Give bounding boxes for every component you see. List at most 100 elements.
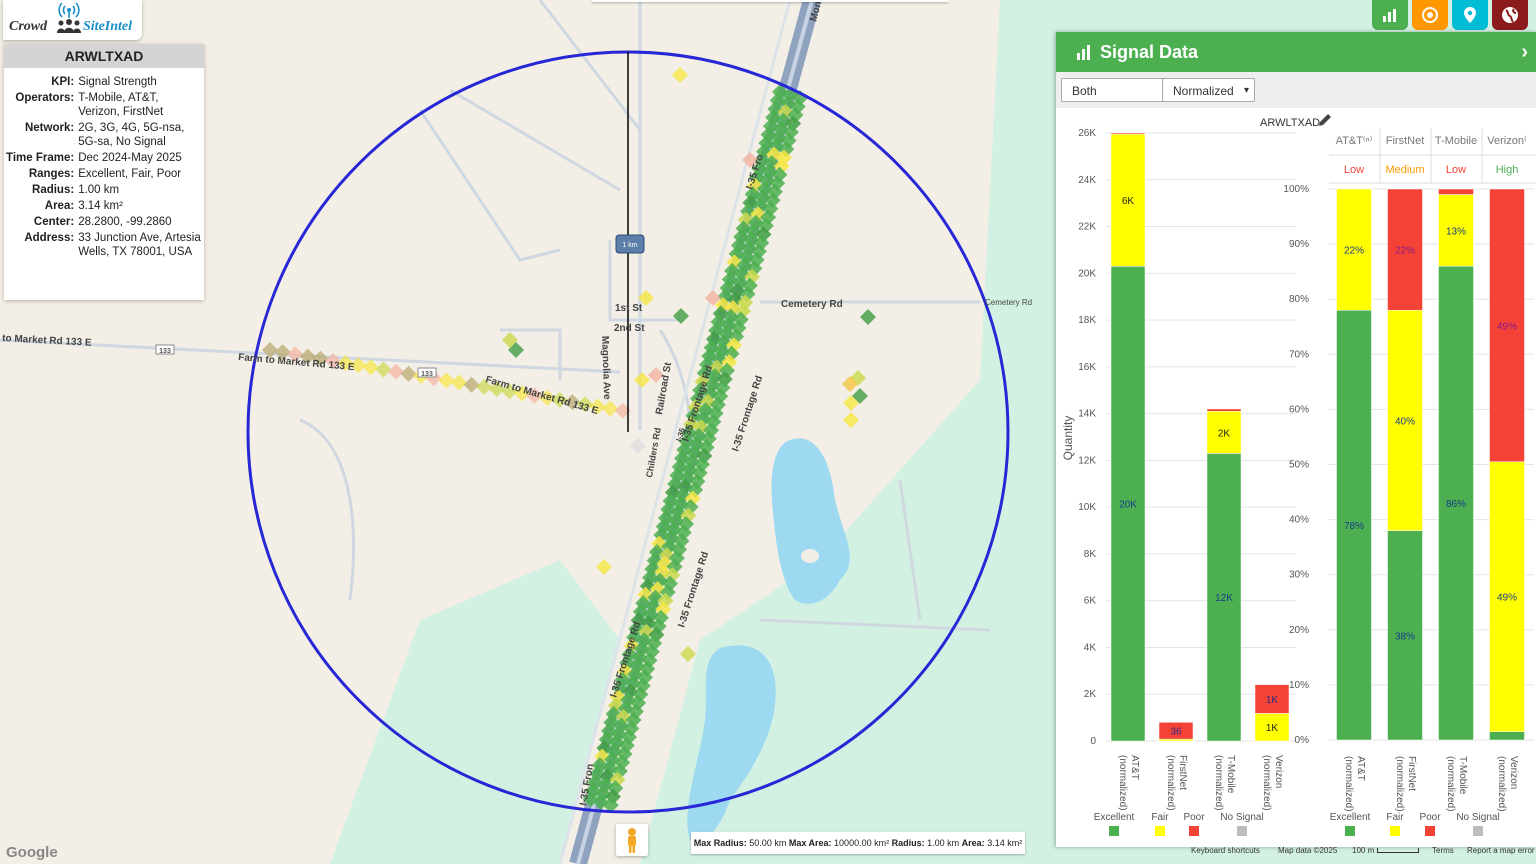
y-tick-label: 100%: [1283, 184, 1309, 195]
signal-data-panel: Signal Data › Both ▾ Normalized ▾ ARWLTXAD…: [1056, 32, 1536, 847]
route-shield-label: 133: [159, 348, 171, 355]
info-value: 33 Junction Ave, Artesia Wells, TX 78001…: [78, 232, 201, 258]
y-tick-label: 18K: [1078, 315, 1096, 326]
map-data-attribution: Map data ©2025: [1278, 846, 1338, 855]
signal-tower-icon: [58, 2, 80, 18]
terms-link[interactable]: Terms: [1432, 846, 1454, 855]
app-logo[interactable]: Crowd SiteIntel: [3, 0, 142, 40]
legend-swatch: [1155, 826, 1165, 836]
y-tick-label: 8K: [1084, 549, 1097, 560]
x-tick-label: AT&T: [1129, 755, 1140, 780]
x-tick-label: Verizon: [1508, 756, 1519, 789]
keyboard-shortcuts-link[interactable]: Keyboard shortcuts: [1191, 846, 1260, 855]
y-tick-label: 50%: [1289, 460, 1309, 471]
max-area-label: Max Area:: [788, 838, 832, 848]
x-tick-sublabel: (normalized): [1394, 756, 1405, 812]
info-title: ARWLTXAD: [4, 44, 204, 68]
info-row: Area: 3.14 km²: [4, 198, 204, 214]
y-tick-label: 24K: [1078, 175, 1096, 186]
y-tick-label: 14K: [1078, 409, 1096, 420]
legend-label: Poor: [1183, 812, 1205, 823]
pct-bar-data-label: 40%: [1395, 416, 1415, 427]
road-label-cemetery-east: Cemetery Rd: [985, 298, 1032, 307]
pct-bar-data-label: 38%: [1395, 631, 1415, 642]
bar-segment-poor[interactable]: [1206, 408, 1242, 412]
search-bar-edge[interactable]: [592, 0, 948, 2]
y-tick-label: 30%: [1289, 570, 1309, 581]
map-toolbar: [1372, 0, 1528, 30]
x-tick-label: Verizon: [1273, 755, 1284, 788]
rating-label: Low: [1344, 164, 1364, 176]
y-tick-label: 10%: [1289, 680, 1309, 691]
radius-label: Radius:: [891, 838, 925, 848]
pegman-icon: [628, 828, 636, 853]
y-tick-label: 16K: [1078, 362, 1096, 373]
pct-bar-data-label: 13%: [1446, 226, 1466, 237]
road-label-2nd: 2nd St: [614, 323, 645, 334]
pct-bar-data-label: 22%: [1395, 246, 1415, 257]
y-tick-label: 12K: [1078, 455, 1096, 466]
rating-label: High: [1496, 164, 1519, 176]
rating-label: Medium: [1385, 164, 1424, 176]
y-axis-label: Quantity: [1061, 416, 1075, 461]
signal-data-button[interactable]: [1372, 0, 1408, 30]
legend-label: Fair: [1151, 812, 1169, 823]
info-row: Network: 2G, 3G, 4G, 5G-nsa, 5G-sa, No Si…: [4, 120, 204, 150]
rating-label: Low: [1446, 164, 1466, 176]
y-tick-label: 70%: [1289, 349, 1309, 360]
pct-bar-data-label: 49%: [1497, 321, 1517, 332]
info-value: 2G, 3G, 4G, 5G-nsa, 5G-sa, No Signal: [78, 122, 185, 148]
bar-segment-poor[interactable]: [1110, 132, 1146, 135]
y-tick-label: 26K: [1078, 128, 1096, 139]
chevron-down-icon: ▾: [1243, 85, 1249, 96]
edit-pencil-icon[interactable]: [1319, 114, 1331, 126]
legend-swatch: [1390, 826, 1400, 836]
panel-title: Signal Data: [1100, 41, 1199, 62]
y-tick-label: 10K: [1078, 502, 1096, 513]
info-panel: ARWLTXAD KPI: Signal Strength Operators: T-…: [4, 44, 204, 300]
info-key: Area:: [44, 200, 75, 212]
scale-badge-label: 1 km: [622, 242, 637, 249]
map-scale[interactable]: 100 m: [1352, 846, 1420, 855]
info-row: Ranges: Excellent, Fair, Poor: [4, 166, 204, 182]
road-label-1st: 1st St: [615, 303, 643, 314]
info-key: Address:: [24, 232, 75, 244]
legend-label: No Signal: [1220, 812, 1263, 823]
info-key: Time Frame:: [6, 152, 75, 164]
y-tick-label: 4K: [1084, 642, 1097, 653]
y-tick-label: 0: [1090, 736, 1096, 747]
road-label-magnolia: Magnolia Ave: [599, 336, 612, 400]
x-tick-label: T-Mobile: [1457, 756, 1468, 795]
legend-label: No Signal: [1456, 812, 1499, 823]
radius-button[interactable]: [1412, 0, 1448, 30]
info-value: Signal Strength: [78, 76, 157, 88]
legend-label: Fair: [1386, 812, 1404, 823]
x-tick-sublabel: (normalized): [1445, 756, 1456, 812]
collapse-chevron-icon[interactable]: ›: [1521, 41, 1528, 64]
legend-swatch: [1189, 826, 1199, 836]
radius-status-bar: Max Radius: 50.00 km Max Area: 10000.00 …: [691, 832, 1025, 854]
location-button[interactable]: [1452, 0, 1488, 30]
globe-button[interactable]: [1492, 0, 1528, 30]
info-key: Ranges:: [28, 168, 75, 180]
pct-bar-segment-poor[interactable]: [1438, 188, 1474, 195]
table-header-1: FirstNet: [1386, 135, 1425, 147]
chart-icon: [1383, 9, 1396, 22]
table-header-2: T-Mobile: [1435, 135, 1477, 147]
pin-icon: [1464, 7, 1476, 23]
mode-value: Normalized: [1173, 84, 1234, 98]
signal-chart: ARWLTXAD 0 2K 4K 6K 8K 10K 12K 14K 16K 18K 20K 22K 2…: [1061, 114, 1536, 836]
y-tick-label: 20%: [1289, 625, 1309, 636]
pct-bar-segment-excellent[interactable]: [1489, 731, 1525, 741]
mode-select[interactable]: Normalized ▾: [1162, 78, 1255, 102]
y-tick-label: 2K: [1084, 689, 1097, 700]
panel-header: Signal Data ›: [1056, 32, 1536, 72]
chart-icon: [1077, 45, 1090, 60]
info-value: T-Mobile, AT&T, Verizon, FirstNet: [78, 92, 164, 118]
street-view-pegman[interactable]: [616, 824, 648, 856]
bar-segment-fair[interactable]: [1158, 738, 1194, 742]
bar-data-label: 36: [1170, 727, 1182, 738]
chart-title: ARWLTXAD: [1260, 117, 1320, 129]
pct-bar-data-label: 22%: [1344, 246, 1364, 257]
report-error-link[interactable]: Report a map error: [1467, 846, 1535, 855]
